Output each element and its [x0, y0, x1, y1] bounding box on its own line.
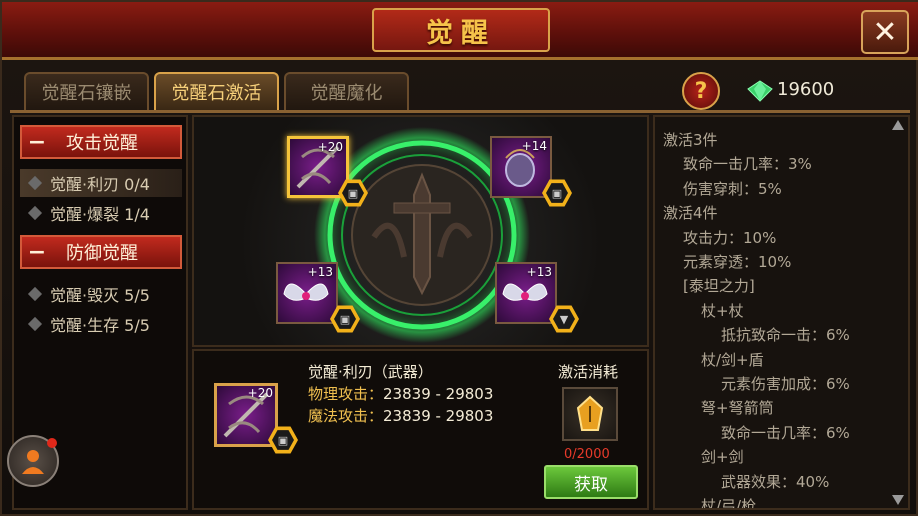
effect-line: 激活3件: [663, 131, 718, 149]
effect-line: 元素穿透：10%: [683, 253, 792, 271]
sidebar-item-label: 觉醒·生存 5/5: [50, 316, 150, 335]
title-plate: 觉醒: [372, 8, 550, 52]
tab-label: 觉醒石激活: [171, 83, 262, 104]
effect-line: 剑+剑: [701, 448, 744, 467]
effect-line: 伤害穿刺：5%: [683, 179, 782, 198]
effect-line: 致命一击几率：3%: [683, 155, 812, 174]
scroll-down-icon[interactable]: [892, 495, 904, 505]
magic-circle-icon: [314, 127, 530, 343]
cost-label: 激活消耗: [558, 363, 619, 381]
help-button[interactable]: ?: [682, 72, 720, 110]
awaken-circle-panel: +20 ▣ +14 ▣ +13 ▣ +13 ▼: [192, 115, 649, 347]
tab-divider: [10, 110, 910, 113]
awaken-stone-item[interactable]: [562, 387, 618, 441]
effect-line: 杖/剑+盾: [701, 350, 764, 369]
stat-value: 23839 - 29803: [383, 407, 494, 425]
page-title: 觉醒: [426, 17, 496, 49]
tab-stone-inlay[interactable]: 觉醒石镶嵌: [24, 72, 149, 110]
diamond-bullet-icon: [27, 316, 43, 332]
tab-awaken-demonize[interactable]: 觉醒魔化: [284, 72, 409, 110]
effect-line: 武器效果：40%: [721, 472, 830, 491]
tab-stone-activate[interactable]: 觉醒石激活: [154, 72, 279, 110]
physical-attack-stat: 物理攻击：23839 - 29803: [308, 383, 493, 404]
title-bar: 觉醒 ✕: [2, 2, 918, 60]
notification-dot: [47, 438, 57, 448]
sidebar-item-blade[interactable]: 觉醒·利刃 0/4: [20, 169, 182, 197]
sidebar-item-label: 觉醒·毁灭 5/5: [50, 286, 150, 305]
question-icon: ?: [694, 78, 708, 104]
slot-enhance-level: +20: [247, 386, 273, 400]
crossbow-slot[interactable]: +20: [287, 136, 349, 198]
selected-item-detail: +20 ▣ 觉醒·利刃（武器） 物理攻击：23839 - 29803 魔法攻击：…: [192, 349, 649, 510]
person-icon: [22, 450, 44, 474]
category-header-defense[interactable]: − 防御觉醒: [20, 235, 182, 269]
helmet-slot[interactable]: +14: [490, 136, 552, 198]
slot-enhance-level: +14: [521, 139, 547, 153]
sidebar-item-label: 觉醒·爆裂 1/4: [50, 205, 150, 224]
collapse-icon: −: [27, 239, 47, 265]
stat-label: 物理攻击：: [308, 385, 384, 403]
diamond-bullet-icon: [27, 286, 43, 302]
slot-enhance-level: +13: [526, 265, 552, 279]
close-icon: ✕: [872, 14, 898, 50]
currency-amount: 19600: [777, 79, 835, 100]
category-title: 攻击觉醒: [66, 133, 138, 154]
scroll-up-icon[interactable]: [892, 120, 904, 130]
slot-enhance-level: +13: [307, 265, 333, 279]
category-header-attack[interactable]: − 攻击觉醒: [20, 125, 182, 159]
awaken-stone-icon: [576, 395, 604, 431]
effect-line: 抵抗致命一击：6%: [721, 326, 850, 345]
tab-label: 觉醒魔化: [310, 83, 383, 104]
effect-line: [泰坦之力]: [683, 277, 755, 296]
effect-line: 激活4件: [663, 204, 718, 223]
tab-label: 觉醒石镶嵌: [41, 83, 132, 104]
sidebar-item-destroy[interactable]: 觉醒·毁灭 5/5: [20, 280, 182, 308]
diamond-bullet-icon: [27, 205, 43, 221]
magic-attack-stat: 魔法攻击：23839 - 29803: [308, 405, 493, 426]
effect-line: 元素伤害加成：6%: [721, 375, 850, 393]
stat-value: 23839 - 29803: [383, 385, 494, 403]
sidebar-item-burst[interactable]: 觉醒·爆裂 1/4: [20, 199, 182, 227]
awaken-window: 觉醒 ✕ 觉醒石镶嵌 觉醒石激活 觉醒魔化 ? 19600 − 攻击觉醒 觉醒·…: [0, 0, 918, 516]
wings-slot-right[interactable]: +13: [495, 262, 557, 324]
effect-line: 攻击力：10%: [683, 228, 777, 247]
cost-count: 0/2000: [564, 447, 610, 462]
diamond-bullet-icon: [27, 175, 43, 191]
get-button[interactable]: 获取: [544, 465, 638, 499]
selected-item-slot[interactable]: +20: [214, 383, 278, 447]
wings-slot-left[interactable]: +13: [276, 262, 338, 324]
set-effects-panel[interactable]: 激活3件致命一击几率：3% 伤害穿刺：5% 激活4件攻击力：10% 元素穿透：10% […: [653, 115, 910, 510]
sidebar-item-survive[interactable]: 觉醒·生存 5/5: [20, 310, 182, 338]
item-name: 觉醒·利刃（武器）: [308, 363, 433, 381]
sidebar-item-label: 觉醒·利刃 0/4: [50, 175, 150, 194]
stat-label: 魔法攻击：: [308, 407, 384, 425]
effect-line: 杖+杖: [701, 301, 744, 320]
effect-line: 致命一击几率：6%: [721, 423, 850, 442]
category-title: 防御觉醒: [66, 243, 138, 264]
slot-enhance-level: +20: [317, 140, 343, 154]
effect-line: 弩+弩箭筒: [701, 399, 774, 418]
close-button[interactable]: ✕: [861, 10, 909, 54]
green-gem-icon: [747, 80, 773, 102]
collapse-icon: −: [27, 129, 47, 155]
effect-line: 杖/弓/枪: [701, 497, 757, 510]
